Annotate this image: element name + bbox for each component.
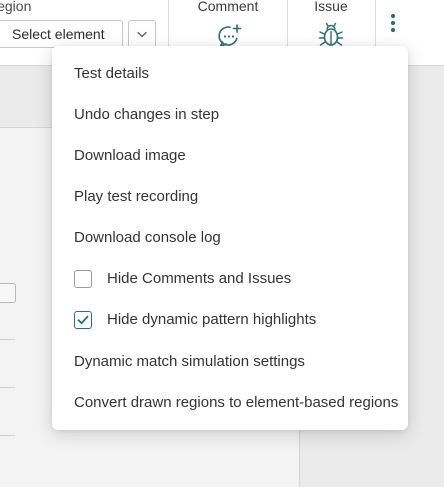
element-select-toggle[interactable] bbox=[128, 20, 156, 48]
menu-item-hide-dynamic-highlights[interactable]: Hide dynamic pattern highlights bbox=[52, 299, 408, 340]
menu-item-label: Download image bbox=[74, 147, 186, 164]
menu-item-label: Hide Comments and Issues bbox=[107, 270, 292, 287]
more-options-menu: Test details Undo changes in step Downlo… bbox=[52, 46, 408, 430]
issue-label: Issue bbox=[314, 0, 348, 14]
menu-item-play-recording[interactable]: Play test recording bbox=[52, 176, 408, 217]
canvas-divider bbox=[0, 435, 15, 436]
menu-item-download-image[interactable]: Download image bbox=[52, 135, 408, 176]
region-label: Region bbox=[0, 0, 32, 14]
menu-item-label: Convert drawn regions to element-based r… bbox=[74, 394, 399, 411]
more-options-button[interactable] bbox=[380, 6, 406, 40]
menu-item-label: Dynamic match simulation settings bbox=[74, 353, 305, 370]
canvas-divider bbox=[0, 387, 15, 388]
comment-label: Comment bbox=[197, 0, 259, 14]
hide-comments-checkbox[interactable] bbox=[74, 269, 92, 288]
menu-item-convert-regions[interactable]: Convert drawn regions to element-based r… bbox=[52, 382, 408, 423]
menu-item-label: Play test recording bbox=[74, 188, 199, 205]
hide-dynamic-highlights-checkbox[interactable] bbox=[74, 310, 92, 329]
canvas-divider bbox=[0, 339, 15, 340]
menu-item-hide-comments-issues[interactable]: Hide Comments and Issues bbox=[52, 258, 408, 299]
menu-item-test-details[interactable]: Test details bbox=[52, 53, 408, 94]
menu-item-dynamic-match-settings[interactable]: Dynamic match simulation settings bbox=[52, 341, 408, 382]
menu-item-download-console-log[interactable]: Download console log bbox=[52, 217, 408, 258]
chevron-down-icon bbox=[137, 31, 147, 37]
checkmark-icon bbox=[77, 315, 89, 324]
menu-item-label: Undo changes in step bbox=[74, 106, 220, 123]
element-select[interactable]: Select element bbox=[0, 20, 123, 48]
menu-item-label: Test details bbox=[74, 65, 150, 82]
bug-icon bbox=[318, 22, 344, 46]
menu-item-label: Download console log bbox=[74, 229, 221, 246]
element-select-value: Select element bbox=[12, 26, 105, 42]
canvas-handle[interactable] bbox=[0, 283, 16, 303]
more-vertical-icon bbox=[390, 13, 396, 33]
menu-item-undo-changes[interactable]: Undo changes in step bbox=[52, 94, 408, 135]
menu-item-label: Hide dynamic pattern highlights bbox=[107, 311, 317, 328]
